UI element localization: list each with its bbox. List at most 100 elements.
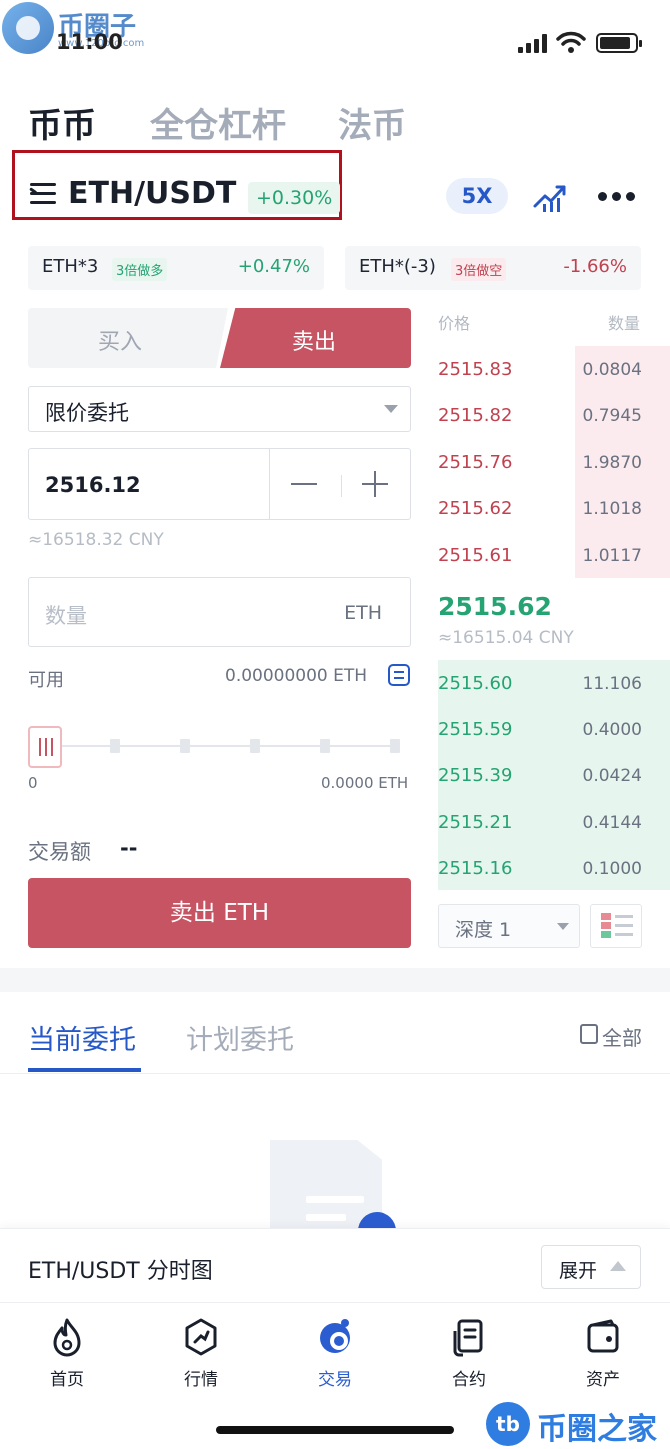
bid-qty[interactable]: 0.1000 — [583, 859, 642, 879]
price-cny-equivalent: ≈16518.32 CNY — [28, 530, 164, 550]
tab-fiat[interactable]: 法币 — [338, 98, 406, 147]
watermark-badge: tb — [486, 1402, 530, 1446]
active-tab-indicator — [28, 1068, 141, 1072]
buy-tab[interactable]: 买入 — [28, 308, 228, 368]
home-indicator — [216, 1426, 454, 1434]
bid-qty[interactable]: 0.0424 — [583, 766, 642, 786]
bid-price[interactable]: 2515.21 — [438, 812, 512, 833]
minus-icon[interactable] — [291, 483, 317, 485]
trade-icon — [320, 1319, 350, 1353]
depth-value: 深度 1 — [455, 919, 512, 941]
token-tag: 3倍做空 — [451, 258, 507, 281]
nav-contract[interactable]: 合约 — [402, 1303, 536, 1403]
order-type-select[interactable]: 限价委托 — [28, 386, 411, 432]
slider-tick[interactable] — [250, 739, 260, 753]
ask-price[interactable]: 2515.82 — [438, 405, 512, 426]
transfer-icon[interactable] — [388, 664, 410, 686]
last-price-cny: ≈16515.04 CNY — [438, 628, 574, 648]
status-time: 11:00 — [56, 30, 123, 54]
tab-cross-margin[interactable]: 全仓杠杆 — [150, 98, 286, 147]
kline-chart-icon[interactable] — [532, 180, 568, 214]
tab-spot[interactable]: 币币 — [28, 98, 96, 147]
nav-assets[interactable]: 资产 — [536, 1303, 670, 1403]
slider-min-label: 0 — [28, 774, 38, 792]
watermark-logo-icon — [2, 2, 54, 54]
leveraged-token-long[interactable]: ETH*3 3倍做多 +0.47% — [28, 246, 324, 290]
ask-qty[interactable]: 0.7945 — [583, 406, 642, 426]
nav-home[interactable]: 首页 — [0, 1303, 134, 1403]
nav-label: 合约 — [452, 1370, 486, 1390]
bid-price[interactable]: 2515.39 — [438, 765, 512, 786]
sell-eth-button[interactable]: 卖出 ETH — [28, 878, 411, 948]
wifi-icon — [556, 31, 586, 53]
nav-trade[interactable]: 交易 — [268, 1303, 402, 1403]
leveraged-token-short[interactable]: ETH*(-3) 3倍做空 -1.66% — [345, 246, 641, 290]
nav-label: 资产 — [586, 1370, 620, 1390]
bid-qty[interactable]: 0.4000 — [583, 720, 642, 740]
volume-label: 交易额 — [28, 840, 91, 864]
amount-placeholder: 数量 — [45, 604, 87, 628]
battery-icon — [596, 33, 642, 53]
slider-tick[interactable] — [180, 739, 190, 753]
bid-price[interactable]: 2515.60 — [438, 673, 512, 694]
ask-qty[interactable]: 1.9870 — [583, 453, 642, 473]
token-name: ETH*3 — [42, 256, 99, 277]
slider-tick[interactable] — [320, 739, 330, 753]
chevron-down-icon — [384, 405, 398, 413]
sell-tab[interactable]: 卖出 — [220, 308, 411, 368]
bid-qty[interactable]: 0.4144 — [583, 813, 642, 833]
slider-handle[interactable] — [28, 726, 62, 768]
amount-unit: ETH — [344, 602, 382, 624]
expand-button[interactable]: 展开 — [541, 1245, 641, 1289]
orderbook-layout-icon[interactable] — [590, 904, 642, 948]
watermark-corner-text: 币圈之家 — [537, 1412, 657, 1447]
ask-price[interactable]: 2515.62 — [438, 498, 512, 519]
document-icon[interactable] — [580, 1024, 598, 1044]
token-tag: 3倍做多 — [112, 258, 168, 281]
ask-price[interactable]: 2515.76 — [438, 452, 512, 473]
last-price: 2515.62 — [438, 592, 552, 621]
orderbook-qty-header: 数量 — [608, 314, 641, 333]
tab-plan-orders[interactable]: 计划委托 — [186, 1018, 294, 1057]
token-name: ETH*(-3) — [359, 256, 436, 277]
bid-price[interactable]: 2515.16 — [438, 858, 512, 879]
wallet-icon — [587, 1319, 619, 1353]
cellular-signal-icon — [518, 33, 547, 53]
more-options-icon[interactable] — [598, 192, 635, 201]
ask-price[interactable]: 2515.61 — [438, 545, 512, 566]
nav-label: 行情 — [184, 1370, 218, 1390]
available-label: 可用 — [28, 670, 64, 691]
price-value[interactable]: 2516.12 — [45, 473, 141, 497]
trading-pair-name[interactable]: ETH/USDT — [68, 176, 236, 211]
ask-price[interactable]: 2515.83 — [438, 359, 512, 380]
nav-market[interactable]: 行情 — [134, 1303, 268, 1403]
price-input[interactable]: 2516.12 — [28, 448, 411, 520]
chevron-up-icon — [610, 1261, 626, 1271]
slider-tick[interactable] — [390, 739, 400, 753]
pair-change-badge: +0.30% — [248, 182, 341, 214]
bid-price[interactable]: 2515.59 — [438, 719, 512, 740]
pair-menu-icon[interactable] — [29, 183, 56, 205]
ask-qty[interactable]: 1.0117 — [583, 546, 642, 566]
token-change: +0.47% — [237, 256, 310, 277]
bid-qty[interactable]: 11.106 — [583, 674, 642, 694]
chevron-down-icon — [557, 923, 569, 930]
slider-tick[interactable] — [110, 739, 120, 753]
volume-value: -- — [120, 836, 138, 860]
ask-qty[interactable]: 0.0804 — [583, 360, 642, 380]
depth-select[interactable]: 深度 1 — [438, 904, 580, 948]
available-value: 0.00000000 ETH — [225, 666, 368, 686]
nav-label: 首页 — [50, 1370, 84, 1390]
timeshare-chart-bar[interactable]: ETH/USDT 分时图 展开 — [0, 1228, 670, 1302]
chart-bar-label: ETH/USDT 分时图 — [28, 1259, 213, 1284]
amount-input[interactable]: 数量 ETH — [28, 577, 411, 647]
ask-qty[interactable]: 1.1018 — [583, 499, 642, 519]
tab-current-orders[interactable]: 当前委托 — [28, 1018, 136, 1057]
all-orders-link[interactable]: 全部 — [602, 1022, 642, 1051]
leverage-button[interactable]: 5X — [446, 178, 508, 214]
flame-icon — [53, 1318, 81, 1357]
market-icon — [185, 1318, 217, 1356]
orderbook-price-header: 价格 — [438, 314, 471, 333]
plus-icon[interactable] — [362, 471, 388, 497]
buy-tab-label: 买入 — [98, 330, 143, 355]
